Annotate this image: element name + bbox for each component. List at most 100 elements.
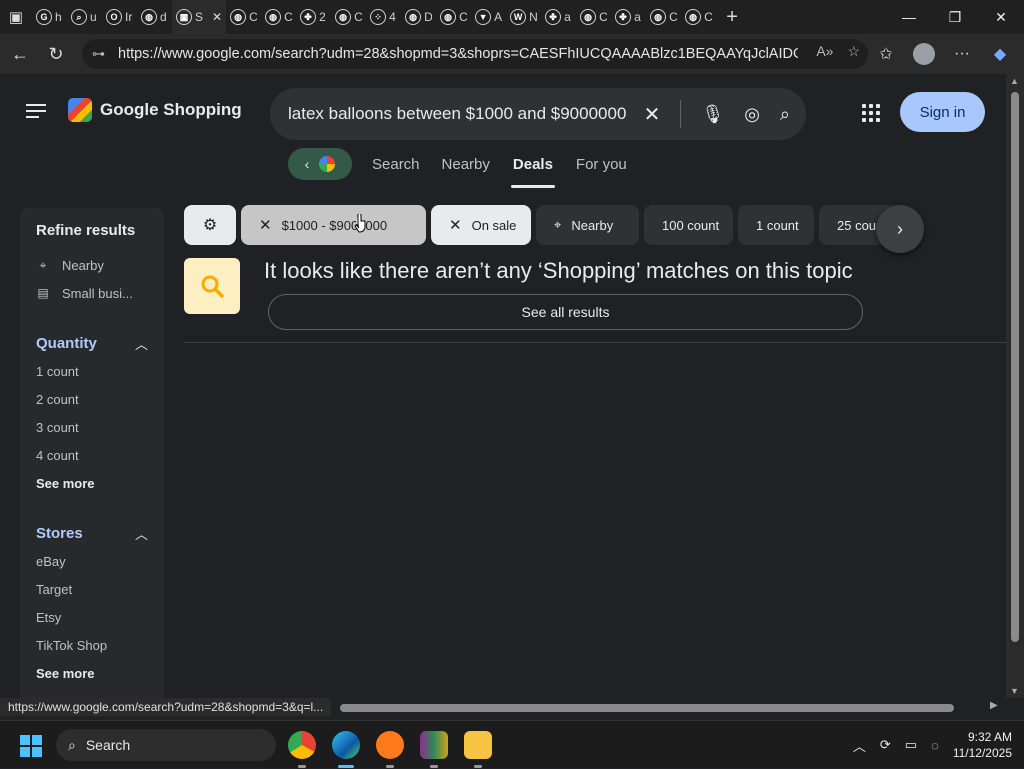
tab-title: a	[634, 10, 641, 24]
browser-tab[interactable]: ◍ C	[331, 0, 366, 34]
tab-actions-icon[interactable]: ▣	[0, 0, 32, 34]
chrome-app-icon[interactable]	[288, 731, 316, 759]
reload-button[interactable]: ↻	[38, 36, 74, 72]
all-filters-button[interactable]: ⚙	[184, 205, 236, 245]
url-text[interactable]: https://www.google.com/search?udm=28&sho…	[118, 46, 798, 62]
settings-menu-icon[interactable]: ···	[946, 38, 978, 70]
horizontal-scrollbar-thumb[interactable]	[340, 704, 954, 712]
store-option-target[interactable]: Target	[36, 575, 164, 603]
favorite-star-icon[interactable]: ☆	[847, 43, 860, 60]
quantity-option-3[interactable]: 3 count	[36, 413, 164, 441]
restore-button[interactable]: ❐	[932, 0, 978, 34]
quantity-option-2[interactable]: 2 count	[36, 385, 164, 413]
address-bar[interactable]: ⊶ https://www.google.com/search?udm=28&s…	[82, 39, 868, 69]
browser-tab[interactable]: ✤ 2	[296, 0, 331, 34]
new-tab-button[interactable]: +	[716, 0, 748, 34]
browser-tab[interactable]: ✤ a	[611, 0, 646, 34]
scroll-down-icon[interactable]: ▼	[1010, 686, 1019, 696]
vertical-scrollbar[interactable]: ▲ ▼	[1006, 74, 1024, 698]
profile-button[interactable]	[908, 38, 940, 70]
browser-tab[interactable]: ◍ C	[261, 0, 296, 34]
google-shopping-logo[interactable]: Google Shopping	[68, 98, 242, 122]
browser-tab[interactable]: ◍ D	[401, 0, 436, 34]
close-tab-icon[interactable]: ✕	[212, 10, 222, 24]
quantity-option-4[interactable]: 4 count	[36, 441, 164, 469]
main-menu-icon[interactable]	[26, 104, 46, 122]
price-filter-chip[interactable]: ✕ $1000 - $9000000	[241, 205, 426, 245]
browser-tab[interactable]: ◍ C	[226, 0, 261, 34]
google-apps-icon[interactable]	[862, 104, 880, 122]
back-button[interactable]: ←	[2, 36, 38, 72]
tab-search[interactable]: Search	[372, 148, 420, 180]
browser-tab[interactable]: Gh	[32, 0, 67, 34]
on-sale-chip[interactable]: ✕ On sale	[431, 205, 531, 245]
scrollbar-thumb[interactable]	[1011, 92, 1019, 642]
read-aloud-icon[interactable]: A»	[816, 43, 833, 60]
tab-for-you[interactable]: For you	[576, 148, 627, 180]
store-option-ebay[interactable]: eBay	[36, 547, 164, 575]
search-input[interactable]: latex balloons between $1000 and $900000…	[288, 104, 628, 124]
voice-search-icon[interactable]: 🎙	[701, 104, 724, 125]
file-explorer-app-icon[interactable]	[464, 731, 492, 759]
close-window-button[interactable]: ✕	[978, 0, 1024, 34]
quantity-section-header[interactable]: Quantity ︿	[36, 329, 164, 357]
browser-tab[interactable]: ✤ a	[541, 0, 576, 34]
browser-tab[interactable]: ◍ C	[646, 0, 681, 34]
tab-nearby[interactable]: Nearby	[442, 148, 490, 180]
shopping-icon: ▦	[176, 9, 192, 25]
browser-tab[interactable]: ◍ C	[436, 0, 471, 34]
search-icon[interactable]: ⌕	[780, 104, 790, 125]
winrar-app-icon[interactable]	[420, 731, 448, 759]
sidebar-item-nearby[interactable]: ⌖ Nearby	[36, 251, 164, 279]
quantity-option-1[interactable]: 1 count	[36, 357, 164, 385]
minimize-button[interactable]: —	[886, 0, 932, 34]
network-muted-icon[interactable]: ◌	[931, 738, 939, 753]
taskbar-search[interactable]: ⌕ Search	[56, 729, 276, 761]
back-to-google-button[interactable]: ‹	[288, 148, 352, 180]
browser-tab[interactable]: ⁘ 4	[366, 0, 401, 34]
browser-tab[interactable]: O Ir	[102, 0, 137, 34]
clear-search-icon[interactable]: ✕	[644, 102, 661, 127]
display-icon[interactable]: ▭	[905, 737, 917, 753]
lens-search-icon[interactable]: ◎	[744, 104, 760, 125]
quantity-see-more[interactable]: See more	[36, 469, 164, 497]
browser-tab[interactable]: ▼ A	[471, 0, 506, 34]
scroll-right-icon[interactable]: ▶	[990, 700, 998, 711]
copilot-icon[interactable]: ◆	[984, 38, 1016, 70]
count-100-chip[interactable]: 100 count	[644, 205, 733, 245]
chips-next-button[interactable]: ›	[876, 205, 924, 253]
scroll-up-icon[interactable]: ▲	[1010, 76, 1019, 86]
stores-see-more[interactable]: See more	[36, 659, 164, 687]
search-box[interactable]: latex balloons between $1000 and $900000…	[270, 88, 806, 140]
store-option-tiktok-shop[interactable]: TikTok Shop	[36, 631, 164, 659]
browser-tab[interactable]: ◍ d	[137, 0, 172, 34]
close-icon[interactable]: ✕	[259, 216, 272, 234]
nearby-chip[interactable]: ⌖ Nearby	[536, 205, 639, 245]
clock[interactable]: 9:32 AM 11/12/2025	[953, 729, 1012, 761]
page-content: Google Shopping latex balloons between $…	[0, 74, 1006, 698]
browser-tab[interactable]: WN	[506, 0, 541, 34]
sidebar-item-small-business[interactable]: ▤ Small busi...	[36, 279, 164, 307]
browser-tab[interactable]: ◍ C	[681, 0, 716, 34]
shopping-header: Google Shopping latex balloons between $…	[0, 74, 1006, 188]
close-icon[interactable]: ✕	[449, 216, 462, 234]
sync-icon[interactable]: ⟳	[880, 737, 891, 753]
store-option-etsy[interactable]: Etsy	[36, 603, 164, 631]
tab-title: A	[494, 10, 503, 24]
browser-tab[interactable]: ◍ C	[576, 0, 611, 34]
windows-start-icon[interactable]	[20, 735, 42, 757]
stores-section-header[interactable]: Stores ︿	[36, 519, 164, 547]
browser-tab[interactable]: ⌕ u	[67, 0, 102, 34]
show-hidden-icons-chevron-icon[interactable]: ︿	[853, 736, 866, 755]
see-all-results-button[interactable]: See all results	[268, 294, 863, 330]
edge-app-icon[interactable]	[332, 731, 360, 759]
tab-deals[interactable]: Deals	[510, 148, 555, 188]
count-1-chip[interactable]: 1 count	[738, 205, 814, 245]
taskbar-search-label: Search	[85, 737, 131, 753]
sublime-app-icon[interactable]	[376, 731, 404, 759]
browser-tab[interactable]: ▦ S ✕	[172, 0, 227, 34]
google-icon: G	[36, 9, 52, 25]
favorites-icon[interactable]: ✩	[870, 38, 902, 70]
site-info-icon[interactable]: ⊶	[92, 46, 110, 62]
sign-in-button[interactable]: Sign in	[900, 92, 985, 132]
